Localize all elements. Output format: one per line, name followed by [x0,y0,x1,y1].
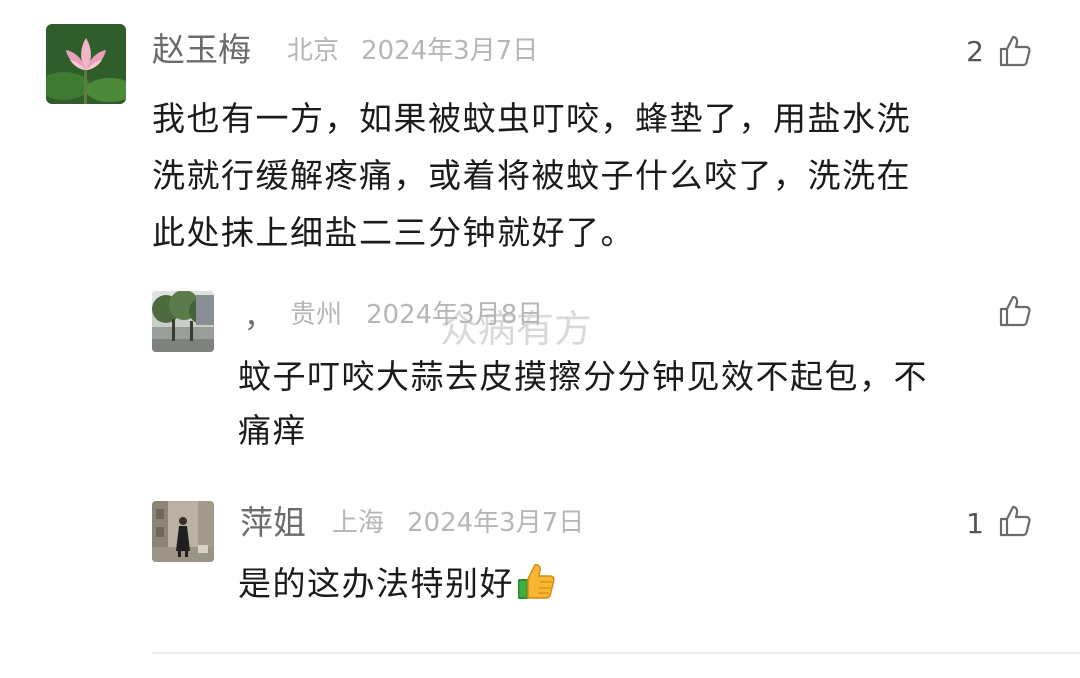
avatar[interactable] [46,24,126,104]
date-label: 2024年3月7日 [361,36,539,66]
avatar[interactable] [152,291,214,352]
lotus-flower-icon [46,24,126,104]
avatar[interactable] [152,501,214,562]
author-name[interactable]: 萍姐 [240,503,306,543]
comment-line: 此处抹上细盐二三分钟就好了。 [152,213,635,252]
location-label: 贵州 [290,300,343,330]
woman-alley-icon [152,501,214,562]
divider [152,652,1080,654]
thumbs-up-icon[interactable] [998,294,1032,328]
comment-line: 我也有一方，如果被蚊虫叮咬，蜂垫了，用盐水洗 [152,99,911,138]
thumbs-up-icon[interactable] [998,504,1032,538]
author-name[interactable]: 赵玉梅 [152,30,251,70]
comment-line: 是的这办法特别好 [238,564,514,603]
location-label: 上海 [332,508,385,538]
date-label: 2024年3月7日 [407,508,585,538]
comment-line: 痛痒 [238,411,307,450]
comment-line: 蚊子叮咬大蒜去皮摸擦分分钟见效不起包，不 [238,357,928,396]
trees-street-icon [152,291,214,352]
comment-line: 洗就行缓解疼痛，或着将被蚊子什么咬了，洗洗在 [152,156,911,195]
thumbs-up-emoji-icon [518,564,555,599]
comment-text: 我也有一方，如果被蚊虫叮咬，蜂垫了，用盐水洗 洗就行缓解疼痛，或着将被蚊子什么咬… [152,90,911,261]
comment-text: 蚊子叮咬大蒜去皮摸擦分分钟见效不起包，不 痛痒 [238,350,928,458]
location-label: 北京 [287,36,340,66]
date-label: 2024年3月8日 [366,300,544,330]
author-name[interactable]: ， [244,298,274,338]
thumbs-up-icon[interactable] [998,34,1032,68]
comment-text: 是的这办法特别好 [238,560,556,608]
like-count: 1 [966,507,984,540]
like-count: 2 [966,35,984,68]
